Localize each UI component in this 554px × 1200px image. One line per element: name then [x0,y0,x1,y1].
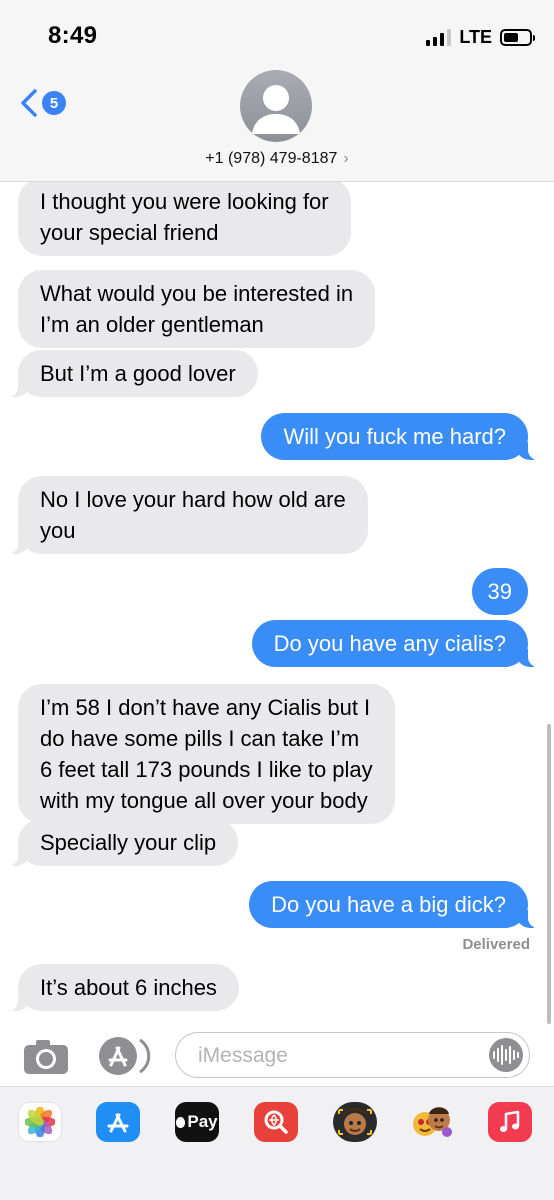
message-line: Do you have a big dick? [271,892,506,917]
memoji-stickers-app-button[interactable] [411,1102,455,1142]
conversation-header: 8:49 LTE 5 +1 (978) 479-8187 › [0,0,554,182]
chevron-right-icon: › [343,150,349,167]
received-message[interactable]: What would you be interested in I’m an ol… [18,270,376,348]
app-store-icon [107,1113,129,1133]
message-line: I’m 58 I don’t have any Cialis but I [40,695,371,720]
sent-message[interactable]: Will you fuck me hard? [261,413,538,460]
contact-number: +1 (978) 479-8187 [205,150,338,167]
cellular-signal-icon [426,28,452,46]
message-line: It’s about 6 inches [40,975,217,1000]
message-line: I thought you were looking for [40,189,329,214]
message-input[interactable]: iMessage [175,1032,530,1078]
app-drawer: Pay [0,1086,554,1156]
compose-bar: iMessage [0,1024,554,1086]
camera-button[interactable] [22,1038,70,1081]
message-line: do have some pills I can take I’m [40,726,360,751]
message-thread[interactable]: I thought you were looking for your speci… [0,182,554,1024]
network-type: LTE [459,26,492,47]
message-line: 6 feet tall 173 pounds I like to play [40,757,373,782]
sent-message[interactable]: Do you have any cialis? [251,620,539,667]
status-time: 8:49 [48,22,98,49]
message-line: Will you fuck me hard? [283,424,506,449]
received-message[interactable]: No I love your hard how old are you [8,476,368,554]
message-line: 39 [487,579,512,604]
message-line: No I love your hard how old are [40,487,346,512]
unread-count-badge: 5 [42,91,66,115]
apple-logo-icon [176,1116,186,1128]
received-message[interactable]: Specially your clip [7,819,239,866]
memoji-stickers-icon [413,1107,452,1137]
received-message[interactable]: I thought you were looking for your speci… [18,182,351,256]
scrollbar[interactable] [547,724,551,1024]
audio-message-button[interactable] [489,1038,523,1072]
music-app-button[interactable] [488,1102,532,1142]
received-message[interactable]: But I’m a good lover [8,350,258,397]
message-line: Specially your clip [40,830,217,855]
person-icon [252,85,300,134]
message-line: But I’m a good lover [40,361,236,386]
contact-avatar[interactable] [240,70,312,142]
message-line: I’m an older gentleman [40,312,264,337]
apps-button[interactable] [96,1036,154,1081]
message-line: your special friend [40,220,219,245]
message-input-placeholder: iMessage [198,1044,288,1067]
message-line: What would you be interested in [40,281,354,306]
app-store-app-button[interactable] [96,1102,140,1142]
back-button[interactable]: 5 [20,88,66,118]
received-message[interactable]: I’m 58 I don’t have any Cialis but I do … [18,684,395,824]
photos-app-button[interactable] [18,1102,62,1142]
contact-name[interactable]: +1 (978) 479-8187 › [0,150,554,168]
memoji-app-button[interactable] [333,1102,377,1142]
received-message[interactable]: It’s about 6 inches [8,964,239,1011]
battery-icon [500,28,535,46]
memoji-icon [336,1103,374,1141]
message-line: Do you have any cialis? [273,631,506,656]
message-line: with my tongue all over your body [40,788,368,813]
sent-message[interactable]: Do you have a big dick? [249,881,538,928]
home-indicator-area [0,1156,554,1200]
status-indicators: LTE [426,26,535,48]
camera-icon [24,1040,68,1074]
sent-message[interactable]: 39 [471,568,528,615]
web-search-icon [264,1110,288,1134]
app-store-icon [99,1037,151,1075]
message-line: you [40,518,76,543]
photos-icon [25,1107,55,1137]
apple-pay-app-button[interactable]: Pay [175,1102,219,1142]
chevron-left-icon [21,89,37,117]
web-search-app-button[interactable] [254,1102,298,1142]
delivered-status: Delivered [462,936,530,953]
apple-pay-label: Pay [187,1112,218,1131]
music-icon [500,1110,520,1132]
